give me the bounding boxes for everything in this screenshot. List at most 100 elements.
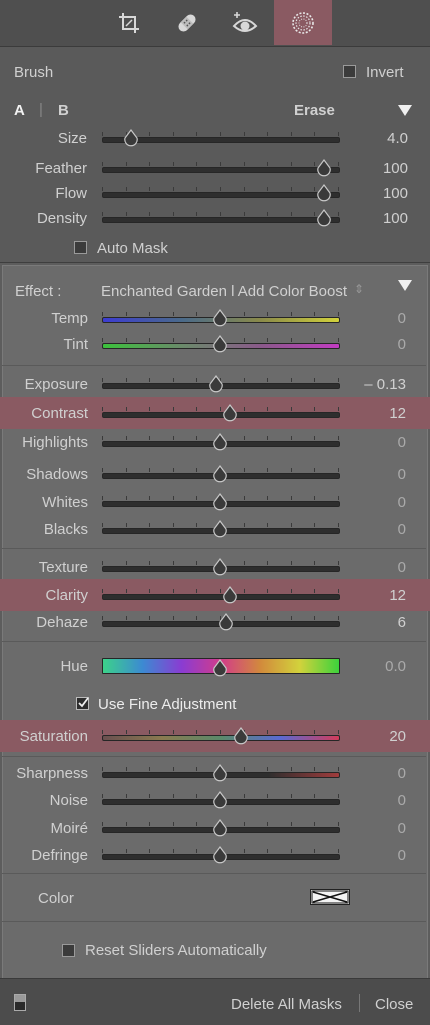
exposure-value[interactable]: – 0.13 [340,376,406,393]
slider-tick [290,468,292,472]
slider-tick [267,378,269,382]
slider-tick [196,212,198,216]
highlights-value[interactable]: 0 [350,434,406,451]
slider-thumb-icon [234,727,248,745]
brush-collapse-triangle-icon[interactable] [398,105,412,116]
slider-tick [314,468,316,472]
slider-tick [172,407,174,411]
blacks-label: Blacks [43,521,88,538]
slider-tick [172,468,174,472]
preset-updown-icon[interactable]: ⇕ [354,282,364,296]
effect-collapse-triangle-icon[interactable] [398,280,412,291]
slider-tick [125,378,127,382]
slider-tick [267,187,269,191]
slider-tick [338,496,339,500]
contrast-value[interactable]: 12 [350,405,406,422]
brush-tab-a[interactable]: A [14,102,25,119]
clarity-value[interactable]: 12 [350,587,406,604]
slider-tick [314,312,316,316]
slider-tick [172,561,174,565]
noise-value[interactable]: 0 [350,792,406,809]
slider-tick [243,468,245,472]
crop-icon [119,12,139,33]
slider-tick [243,794,245,798]
shadows-value[interactable]: 0 [350,466,406,483]
color-swatch[interactable] [310,889,350,905]
slider-tick [102,822,103,826]
exposure-label: Exposure [24,376,88,393]
slider-tick [314,378,316,382]
saturation-value[interactable]: 20 [350,728,406,745]
slider-tick [314,496,316,500]
slider-tick [290,187,292,191]
dehaze-value[interactable]: 6 [350,614,406,631]
crop-tool-button[interactable] [100,0,158,45]
defringe-value[interactable]: 0 [350,847,406,864]
slider-tick [196,378,198,382]
close-button[interactable]: Close [375,996,413,1013]
slider-thumb-icon [213,558,227,576]
sharpness-value[interactable]: 0 [350,765,406,782]
slider-tick [196,312,198,316]
size-value[interactable]: 4.0 [350,130,408,147]
moire-label: Moiré [50,820,88,837]
brush-tab-b[interactable]: B [58,102,69,119]
moire-value[interactable]: 0 [350,820,406,837]
group-divider [2,873,426,874]
slider-tick [290,162,292,166]
erase-button[interactable]: Erase [294,102,335,119]
slider-tick [267,132,269,136]
slider-tick [338,436,339,440]
slider-tick [267,616,269,620]
slider-tick [102,767,103,771]
slider-thumb-icon [223,404,238,422]
feather-value[interactable]: 100 [350,160,408,177]
slider-tick [243,162,245,166]
reset-sliders-checkbox[interactable] [62,944,75,957]
slider-tick [196,616,198,620]
slider-tick [314,561,316,565]
color-label: Color [38,890,74,907]
slider-tick [125,730,127,734]
mask-overlay-toggle-icon[interactable] [14,994,26,1011]
slider-tick [149,496,151,500]
slider-tick [290,523,292,527]
effect-preset-dropdown[interactable]: Enchanted Garden l Add Color Boost [101,283,347,300]
density-value[interactable]: 100 [350,210,408,227]
auto-mask-label: Auto Mask [97,240,168,257]
slider-tick [267,436,269,440]
slider-tick [196,132,198,136]
slider-tick [314,436,316,440]
temp-value[interactable]: 0 [350,310,406,327]
slider-tick [172,212,174,216]
fine-adjust-checkbox[interactable] [76,697,89,710]
slider-tick [290,822,292,826]
auto-mask-checkbox[interactable] [74,241,87,254]
slider-tick [338,822,339,826]
slider-thumb-icon [213,791,227,809]
delete-all-masks-button[interactable]: Delete All Masks [231,996,342,1013]
tint-value[interactable]: 0 [350,336,406,353]
texture-value[interactable]: 0 [350,559,406,576]
feather-label: Feather [35,160,87,177]
slider-tick [243,849,245,853]
slider-tick [149,561,151,565]
slider-tick [149,767,151,771]
mask-brush-tool-button[interactable] [274,0,332,45]
invert-checkbox[interactable] [343,65,356,78]
slider-tick [267,407,269,411]
redeye-tool-button[interactable] [216,0,274,45]
slider-tick [338,589,339,593]
invert-label: Invert [366,64,404,81]
slider-tick [102,589,103,593]
slider-tick [125,767,127,771]
flow-value[interactable]: 100 [350,185,408,202]
slider-tick [196,436,198,440]
slider-tick [314,132,316,136]
healing-tool-button[interactable] [158,0,216,45]
slider-tick [267,822,269,826]
whites-value[interactable]: 0 [350,494,406,511]
slider-tick [172,132,174,136]
blacks-value[interactable]: 0 [350,521,406,538]
hue-value[interactable]: 0.0 [350,658,406,675]
